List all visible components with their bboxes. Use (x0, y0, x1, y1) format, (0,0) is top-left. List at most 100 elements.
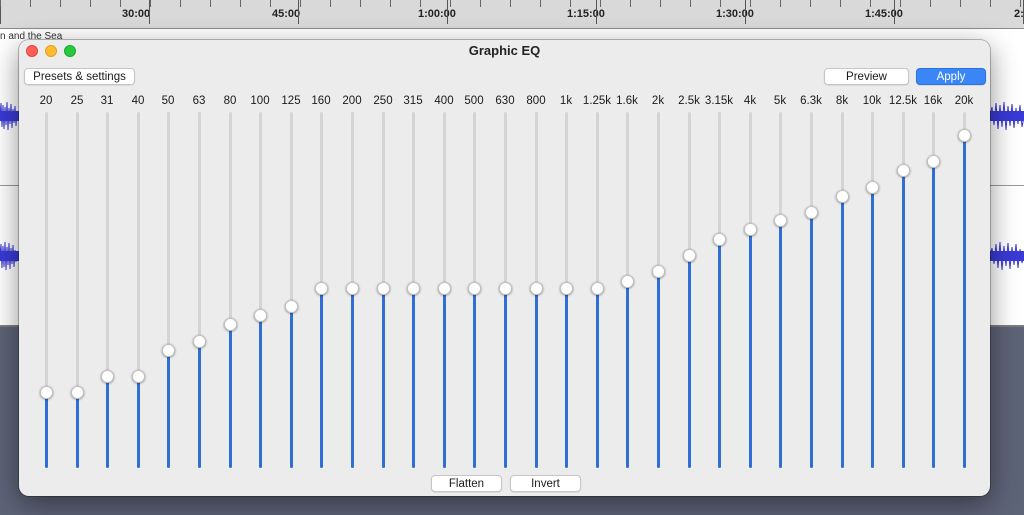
eq-slider-knob[interactable] (71, 386, 84, 400)
eq-slider-knob[interactable] (591, 282, 604, 296)
band-label-800: 800 (526, 95, 546, 107)
band-label-1k: 1k (559, 95, 573, 107)
timeline-minor-tick (660, 0, 661, 7)
timeline-minor-tick (960, 0, 961, 7)
band-label-125: 125 (281, 95, 301, 107)
band-label-16k: 16k (923, 95, 943, 107)
eq-slider-knob[interactable] (40, 386, 53, 400)
apply-button[interactable]: Apply (916, 68, 986, 85)
timeline-minor-tick (60, 0, 61, 7)
eq-slider-knob[interactable] (162, 343, 175, 357)
timeline-minor-tick (810, 0, 811, 7)
eq-slider-fill (657, 271, 660, 468)
eq-slider-knob[interactable] (377, 282, 390, 296)
timeline-minor-tick (0, 0, 1, 7)
eq-slider-knob[interactable] (346, 282, 359, 296)
band-label-31: 31 (100, 95, 114, 107)
band-label-40: 40 (131, 95, 145, 107)
eq-slider-fill (688, 255, 691, 468)
timeline-major-tick (745, 0, 746, 24)
eq-slider-knob[interactable] (805, 205, 818, 219)
eq-slider-knob[interactable] (315, 282, 328, 296)
eq-slider-knob[interactable] (713, 232, 726, 246)
eq-slider-knob[interactable] (744, 223, 757, 237)
window-titlebar[interactable]: Graphic EQ (19, 40, 990, 62)
band-label-6.3k: 6.3k (800, 95, 822, 107)
eq-slider-knob[interactable] (468, 282, 481, 296)
eq-slider-fill (351, 288, 354, 468)
eq-slider-fill (198, 341, 201, 468)
band-label-12.5k: 12.5k (888, 95, 918, 107)
timeline-minor-tick (150, 0, 151, 7)
timeline-minor-tick (360, 0, 361, 7)
eq-slider-fill (320, 288, 323, 468)
timeline-ruler[interactable]: 30:00 45:00 1:00:00 1:15:00 1:30:00 1:45… (0, 0, 1024, 29)
timeline-minor-tick (210, 0, 211, 7)
eq-slider-knob[interactable] (193, 335, 206, 349)
eq-slider-knob[interactable] (254, 309, 267, 323)
timeline-minor-tick (570, 0, 571, 7)
eq-slider-knob[interactable] (224, 317, 237, 331)
timeline-minor-tick (870, 0, 871, 7)
eq-slider-knob[interactable] (774, 214, 787, 228)
timeline-label: 1:45:00 (865, 8, 903, 20)
preview-button[interactable]: Preview (824, 68, 909, 85)
eq-slider-fill (779, 220, 782, 468)
band-label-400: 400 (434, 95, 454, 107)
presets-settings-button[interactable]: Presets & settings (24, 68, 135, 85)
eq-slider-knob[interactable] (101, 369, 114, 383)
eq-slider-knob[interactable] (132, 369, 145, 383)
timeline-minor-tick (900, 0, 901, 7)
eq-slider-knob[interactable] (836, 189, 849, 203)
band-label-250: 250 (373, 95, 393, 107)
timeline-minor-tick (270, 0, 271, 7)
band-label-2.5k: 2.5k (678, 95, 700, 107)
eq-slider-knob[interactable] (866, 180, 879, 194)
eq-slider-knob[interactable] (407, 282, 420, 296)
band-label-100: 100 (250, 95, 270, 107)
eq-slider-knob[interactable] (560, 282, 573, 296)
eq-slider-knob[interactable] (652, 264, 665, 278)
timeline-minor-tick (840, 0, 841, 7)
eq-slider-knob[interactable] (621, 274, 634, 288)
timeline-label: 45:00 (272, 8, 301, 20)
waveform-right-bottom (990, 241, 1024, 271)
eq-slider-fill (167, 350, 170, 468)
timeline-label: 1:00:00 (418, 8, 456, 20)
timeline-minor-tick (540, 0, 541, 7)
timeline-minor-tick (990, 0, 991, 7)
band-label-160: 160 (311, 95, 331, 107)
timeline-minor-tick (480, 0, 481, 7)
eq-slider-knob[interactable] (285, 299, 298, 313)
eq-slider-knob[interactable] (958, 128, 971, 142)
eq-slider-fill (626, 281, 629, 468)
timeline-minor-tick (720, 0, 721, 7)
band-label-25: 25 (70, 95, 84, 107)
timeline-major-tick (298, 0, 299, 24)
eq-slider-knob[interactable] (897, 163, 910, 177)
invert-button[interactable]: Invert (510, 475, 581, 492)
eq-slider-knob[interactable] (438, 282, 451, 296)
band-label-1.6k: 1.6k (616, 95, 638, 107)
eq-slider-fill (504, 288, 507, 468)
eq-slider-knob[interactable] (927, 154, 940, 168)
timeline-minor-tick (120, 0, 121, 7)
waveform-right-top (990, 101, 1024, 131)
timeline-label: 30:00 (122, 8, 151, 20)
timeline-minor-tick (690, 0, 691, 7)
eq-slider-knob[interactable] (499, 282, 512, 296)
eq-slider-fill (565, 288, 568, 468)
eq-slider-fill (137, 376, 140, 468)
flatten-button[interactable]: Flatten (431, 475, 502, 492)
eq-slider-fill (596, 288, 599, 468)
timeline-minor-tick (300, 0, 301, 7)
timeline-minor-tick (630, 0, 631, 7)
eq-slider-knob[interactable] (530, 282, 543, 296)
eq-slider-fill (290, 306, 293, 468)
eq-slider-fill (718, 239, 721, 468)
timeline-label: 1:30:00 (716, 8, 754, 20)
timeline-minor-tick (90, 0, 91, 7)
band-label-1.25k: 1.25k (582, 95, 612, 107)
eq-slider-knob[interactable] (683, 248, 696, 262)
timeline-minor-tick (330, 0, 331, 7)
